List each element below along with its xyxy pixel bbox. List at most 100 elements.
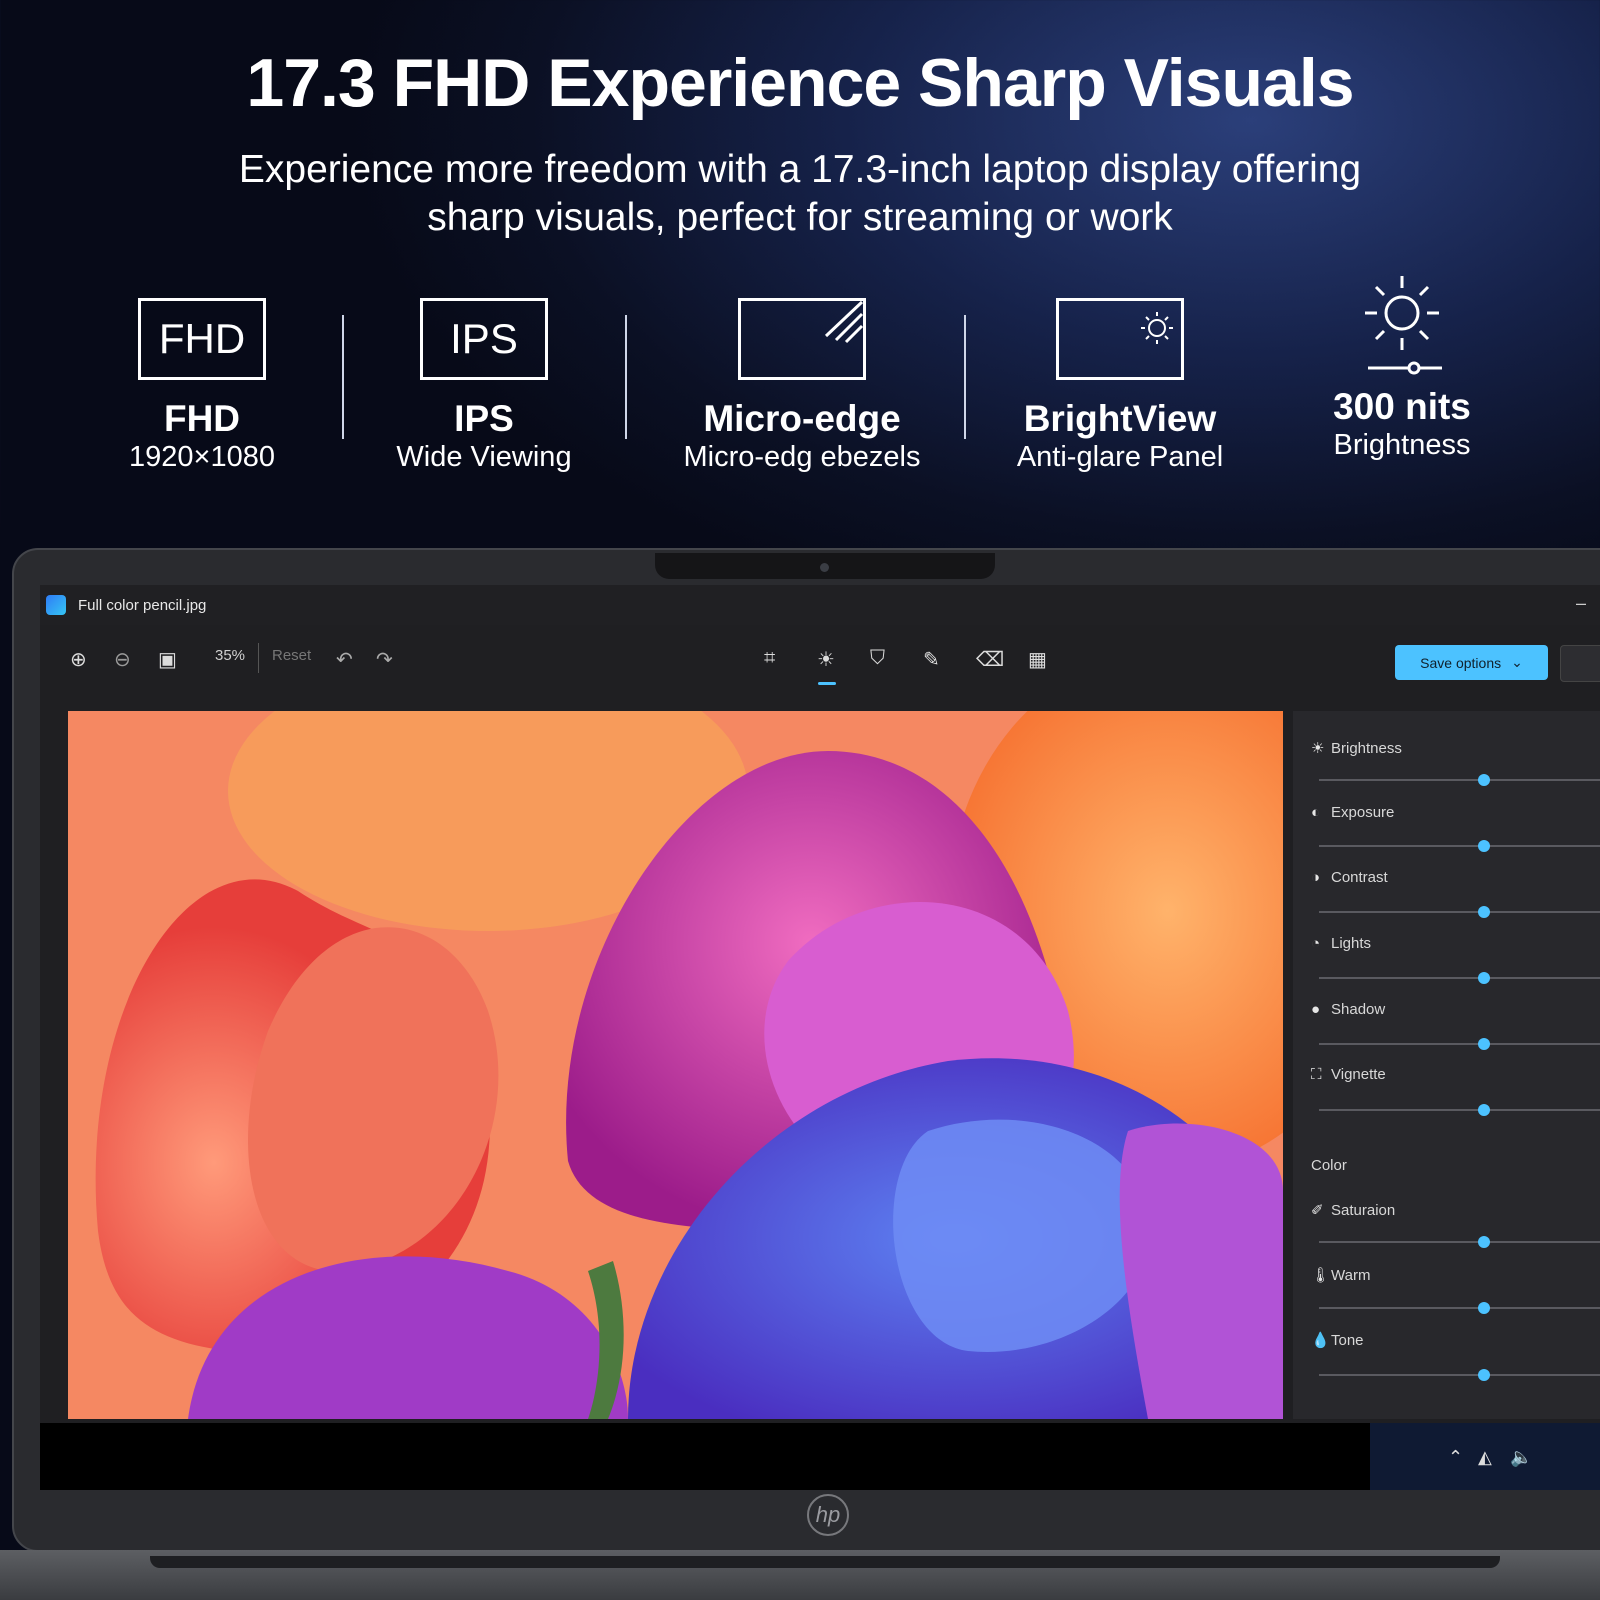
redo-icon[interactable]: ↷ (376, 647, 393, 672)
contrast-label: Contrast (1331, 869, 1388, 886)
slider-thumb[interactable] (1478, 1302, 1490, 1314)
exposure-slider[interactable] (1319, 840, 1600, 852)
exposure-icon: ◐ (1311, 804, 1321, 821)
slider-thumb[interactable] (1478, 774, 1490, 786)
wifi-icon[interactable]: ◭ (1478, 1447, 1492, 1468)
feature-title: 300 nits (1333, 386, 1471, 427)
adjust-brightness: ☀ Brightness (1311, 739, 1402, 757)
subtitle-line-1: Experience more freedom with a 17.3-inch… (238, 148, 1362, 191)
undo-icon[interactable]: ↶ (336, 647, 353, 672)
warm-label: Warm (1331, 1267, 1371, 1284)
saturation-slider[interactable] (1319, 1236, 1600, 1248)
exposure-label: Exposure (1331, 804, 1395, 821)
feature-title: Micro-edge (703, 398, 901, 439)
feature-brightview: BrightView Anti-glare Panel (970, 270, 1270, 474)
zoom-out-icon[interactable]: ⊖ (114, 647, 131, 672)
slider-thumb[interactable] (1478, 906, 1490, 918)
slider-thumb[interactable] (1478, 1038, 1490, 1050)
slider-thumb[interactable] (1478, 1104, 1490, 1116)
vignette-icon: ⛶ (1311, 1066, 1322, 1083)
laptop-hinge (150, 1556, 1500, 1568)
tone-icon: 💧 (1311, 1332, 1330, 1349)
webcam-icon (820, 563, 829, 572)
hp-logo: hp (807, 1494, 849, 1536)
toolbar-divider (258, 643, 259, 673)
saturation-icon: ✐ (1311, 1202, 1324, 1219)
lights-icon: ◔ (1311, 935, 1321, 952)
fit-screen-icon[interactable]: ▣ (158, 647, 177, 672)
feature-subtitle: Anti-glare Panel (1016, 441, 1224, 473)
contrast-icon: ◑ (1311, 869, 1321, 886)
page-title: 17.3 FHD Experience Sharp Visuals (246, 45, 1354, 121)
window-title: Full color pencil.jpg (78, 596, 207, 614)
crop-icon[interactable]: ⌗ (764, 647, 775, 670)
contrast-slider[interactable] (1319, 906, 1600, 918)
divider (625, 315, 627, 439)
warm-slider[interactable] (1319, 1302, 1600, 1314)
micro-edge-screen-icon (738, 298, 866, 380)
color-section-heading: Color (1311, 1157, 1347, 1174)
warm-icon: 🌡 (1311, 1267, 1331, 1284)
photo-canvas[interactable] (68, 711, 1283, 1419)
adjust-lights: ◔ Lights (1311, 935, 1371, 952)
saturation-label: Saturaion (1331, 1202, 1396, 1219)
background-icon[interactable]: ▦ (1028, 647, 1047, 672)
divider (964, 315, 966, 439)
slider-thumb[interactable] (1478, 972, 1490, 984)
save-options-button[interactable]: Save options ⌄ (1395, 645, 1548, 680)
photos-app-icon (46, 595, 66, 615)
sun-screen-icon (1056, 298, 1184, 380)
feature-ips: IPS IPS Wide Viewing (334, 270, 634, 474)
sun-slider-icon (1338, 270, 1466, 380)
sun-icon: ☀ (1311, 740, 1325, 757)
fhd-icon: FHD (138, 298, 266, 380)
save-options-label: Save options (1420, 654, 1502, 671)
brightness-label: Brightness (1331, 740, 1402, 757)
volume-icon[interactable]: 🔈 (1510, 1447, 1532, 1468)
adjust-shadow: ● Shadow (1311, 1001, 1385, 1018)
shadow-label: Shadow (1331, 1001, 1386, 1018)
zoom-in-icon[interactable]: ⊕ (70, 647, 87, 672)
adjust-saturation: ✐ Saturaion (1311, 1201, 1395, 1219)
chevron-up-icon[interactable]: ⌃ (1448, 1447, 1463, 1468)
minimize-button[interactable]: – (1576, 593, 1586, 614)
feature-subtitle: 1920×1080 (129, 441, 275, 473)
filter-icon[interactable]: ⛉ (870, 647, 885, 670)
brightness-slider[interactable] (1319, 774, 1600, 786)
feature-title: BrightView (1023, 398, 1217, 439)
ips-icon: IPS (420, 298, 548, 380)
feature-title: FHD (163, 398, 241, 439)
slider-thumb[interactable] (1478, 1369, 1490, 1381)
adjust-warm: 🌡Warm (1311, 1266, 1370, 1284)
adjust-icon[interactable]: ☀ (817, 647, 835, 672)
feature-fhd: FHD FHD 1920×1080 (52, 270, 352, 474)
subtitle-line-2: sharp visuals, perfect for streaming or … (427, 196, 1173, 239)
feature-title: IPS (454, 398, 514, 439)
feature-subtitle: Wide Viewing (396, 441, 572, 473)
more-button[interactable] (1560, 645, 1600, 682)
app-titlebar: Full color pencil.jpg – (40, 585, 1600, 625)
shadow-icon: ● (1311, 1001, 1321, 1018)
editor-toolbar: ⊕ ⊖ ▣ 35% Reset ↶ ↷ ⌗ ☀ ⛉ ✎ ⌫ ▦ Save opt… (40, 625, 1600, 695)
vignette-slider[interactable] (1319, 1104, 1600, 1116)
lights-label: Lights (1331, 935, 1372, 952)
erase-icon[interactable]: ⌫ (976, 647, 1004, 672)
shadow-slider[interactable] (1319, 1038, 1600, 1050)
slider-thumb[interactable] (1478, 1236, 1490, 1248)
reset-button[interactable]: Reset (272, 647, 311, 664)
system-tray: ⌃ ◭ 🔈 (1370, 1423, 1600, 1490)
vignette-label: Vignette (1331, 1066, 1386, 1083)
feature-brightness: 300 nits Brightness (1252, 270, 1552, 462)
adjust-vignette: ⛶ Vignette (1311, 1066, 1386, 1083)
page-subtitle: Experience more freedom with a 17.3-inch… (180, 146, 1420, 242)
chevron-down-icon: ⌄ (1511, 654, 1523, 670)
adjust-exposure: ◐ Exposure (1311, 804, 1394, 821)
tone-slider[interactable] (1319, 1369, 1600, 1381)
laptop-screen: Full color pencil.jpg – ⊕ ⊖ ▣ 35% Reset … (40, 585, 1600, 1490)
zoom-level[interactable]: 35% (215, 647, 245, 664)
lights-slider[interactable] (1319, 972, 1600, 984)
feature-subtitle: Brightness (1333, 429, 1471, 461)
markup-icon[interactable]: ✎ (923, 647, 940, 672)
adjustments-panel: ☀ Brightness ◐ Exposure ◑ Contrast ◔ Lights … (1293, 711, 1600, 1419)
slider-thumb[interactable] (1478, 840, 1490, 852)
